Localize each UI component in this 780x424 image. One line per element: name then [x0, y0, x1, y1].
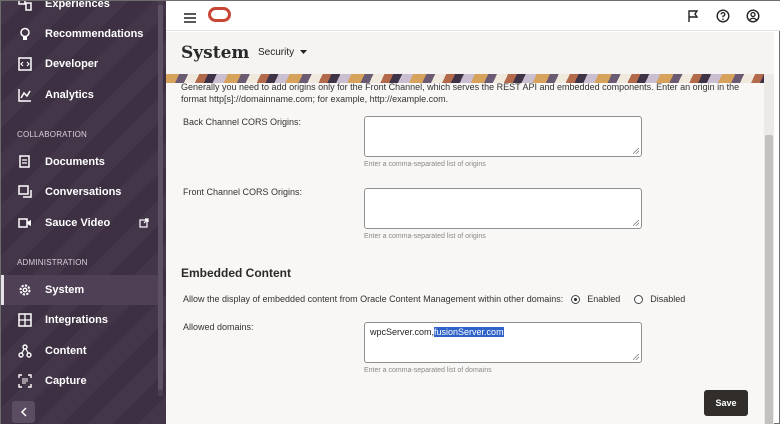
sidebar: Experiences Recommendations Developer An…	[1, 1, 166, 424]
conversations-icon	[17, 184, 33, 200]
section-selector-label: Security	[258, 47, 295, 58]
caret-down-icon	[300, 50, 308, 54]
content-icon	[17, 343, 33, 359]
sidebar-item-label: Analytics	[45, 89, 94, 101]
sidebar-item-label: Content	[45, 345, 87, 357]
allowed-domains-value: wpcServer.com,fusionServer.com	[370, 327, 504, 337]
sidebar-item-conversations[interactable]: Conversations	[1, 177, 163, 207]
sidebar-item-label: Documents	[45, 156, 105, 168]
oracle-logo[interactable]	[208, 7, 231, 22]
integrations-icon	[17, 312, 33, 328]
sidebar-scrollbar-thumb[interactable]	[158, 5, 163, 390]
sidebar-item-documents[interactable]: Documents	[1, 147, 163, 177]
title-bar: System Security	[166, 32, 774, 74]
sidebar-item-label: Capture	[45, 375, 87, 387]
user-icon[interactable]	[745, 8, 761, 24]
help-icon[interactable]	[715, 8, 731, 24]
code-window-icon	[17, 56, 33, 72]
radio-unselected-icon	[634, 294, 644, 304]
lightbulb-icon	[17, 26, 33, 42]
sidebar-item-label: Developer	[45, 58, 99, 70]
embedded-content-heading: Embedded Content	[181, 266, 291, 280]
top-bar	[166, 1, 780, 31]
sidebar-item-label: Sauce Video	[45, 217, 111, 229]
sidebar-item-label: System	[45, 284, 85, 296]
front-channel-hint: Enter a comma-separated list of origins	[364, 233, 486, 240]
front-channel-label: Front Channel CORS Origins:	[183, 187, 303, 197]
domains-selected-text: fusionServer.com	[434, 327, 504, 337]
domains-text: wpcServer.com,	[370, 327, 435, 337]
sidebar-item-sauce-video[interactable]: Sauce Video	[1, 208, 163, 238]
sidebar-item-label: Experiences	[45, 1, 110, 10]
allowed-domains-hint: Enter a comma-separated list of domains	[364, 367, 492, 374]
back-channel-label: Back Channel CORS Origins:	[183, 117, 302, 127]
experiences-icon	[17, 1, 33, 12]
back-channel-origins-input[interactable]	[364, 116, 642, 157]
section-label-collaboration: COLLABORATION	[17, 130, 88, 139]
back-channel-hint: Enter a comma-separated list of origins	[364, 161, 486, 168]
chevron-left-icon	[20, 407, 27, 417]
sidebar-item-integrations[interactable]: Integrations	[1, 305, 163, 335]
collapse-sidebar-button[interactable]	[12, 401, 35, 423]
content-scrollbar-thumb[interactable]	[765, 135, 773, 424]
sidebar-item-analytics[interactable]: Analytics	[1, 80, 163, 110]
cors-intro-text: Generally you need to add origins only f…	[181, 83, 740, 104]
capture-icon	[17, 373, 33, 389]
embedded-allow-label: Allow the display of embedded content fr…	[183, 294, 564, 304]
enabled-radio[interactable]: Enabled	[571, 294, 620, 304]
section-label-administration: ADMINISTRATION	[17, 258, 88, 267]
page-title: System	[181, 43, 250, 63]
decorative-banner	[166, 74, 774, 83]
gear-icon	[17, 282, 33, 298]
video-icon	[17, 215, 33, 231]
documents-icon	[17, 154, 33, 170]
section-selector[interactable]: Security	[258, 47, 308, 58]
sidebar-item-system[interactable]: System	[1, 275, 163, 305]
sidebar-item-experiences[interactable]: Experiences	[1, 1, 163, 19]
sidebar-item-developer[interactable]: Developer	[1, 49, 163, 79]
security-settings: Generally you need to add origins only f…	[166, 83, 764, 424]
allowed-domains-label: Allowed domains:	[183, 322, 254, 332]
flag-icon[interactable]	[685, 8, 701, 24]
sidebar-item-label: Conversations	[45, 186, 122, 198]
sidebar-item-label: Recommendations	[45, 28, 144, 40]
sidebar-item-content[interactable]: Content	[1, 336, 163, 366]
sidebar-item-capture[interactable]: Capture	[1, 366, 163, 396]
sidebar-item-label: Integrations	[45, 314, 108, 326]
analytics-icon	[17, 87, 33, 103]
sidebar-item-recommendations[interactable]: Recommendations	[1, 19, 163, 49]
save-button[interactable]: Save	[704, 390, 748, 416]
radio-selected-icon	[571, 294, 581, 304]
enabled-radio-label: Enabled	[587, 294, 621, 304]
front-channel-origins-input[interactable]	[364, 188, 642, 229]
allowed-domains-input[interactable]: wpcServer.com,fusionServer.com	[364, 322, 642, 363]
disabled-radio-label: Disabled	[650, 294, 686, 304]
external-link-icon	[139, 218, 149, 228]
embedded-content-row: Allow the display of embedded content fr…	[183, 294, 685, 304]
disabled-radio[interactable]: Disabled	[634, 294, 685, 304]
hamburger-icon[interactable]	[184, 10, 196, 28]
